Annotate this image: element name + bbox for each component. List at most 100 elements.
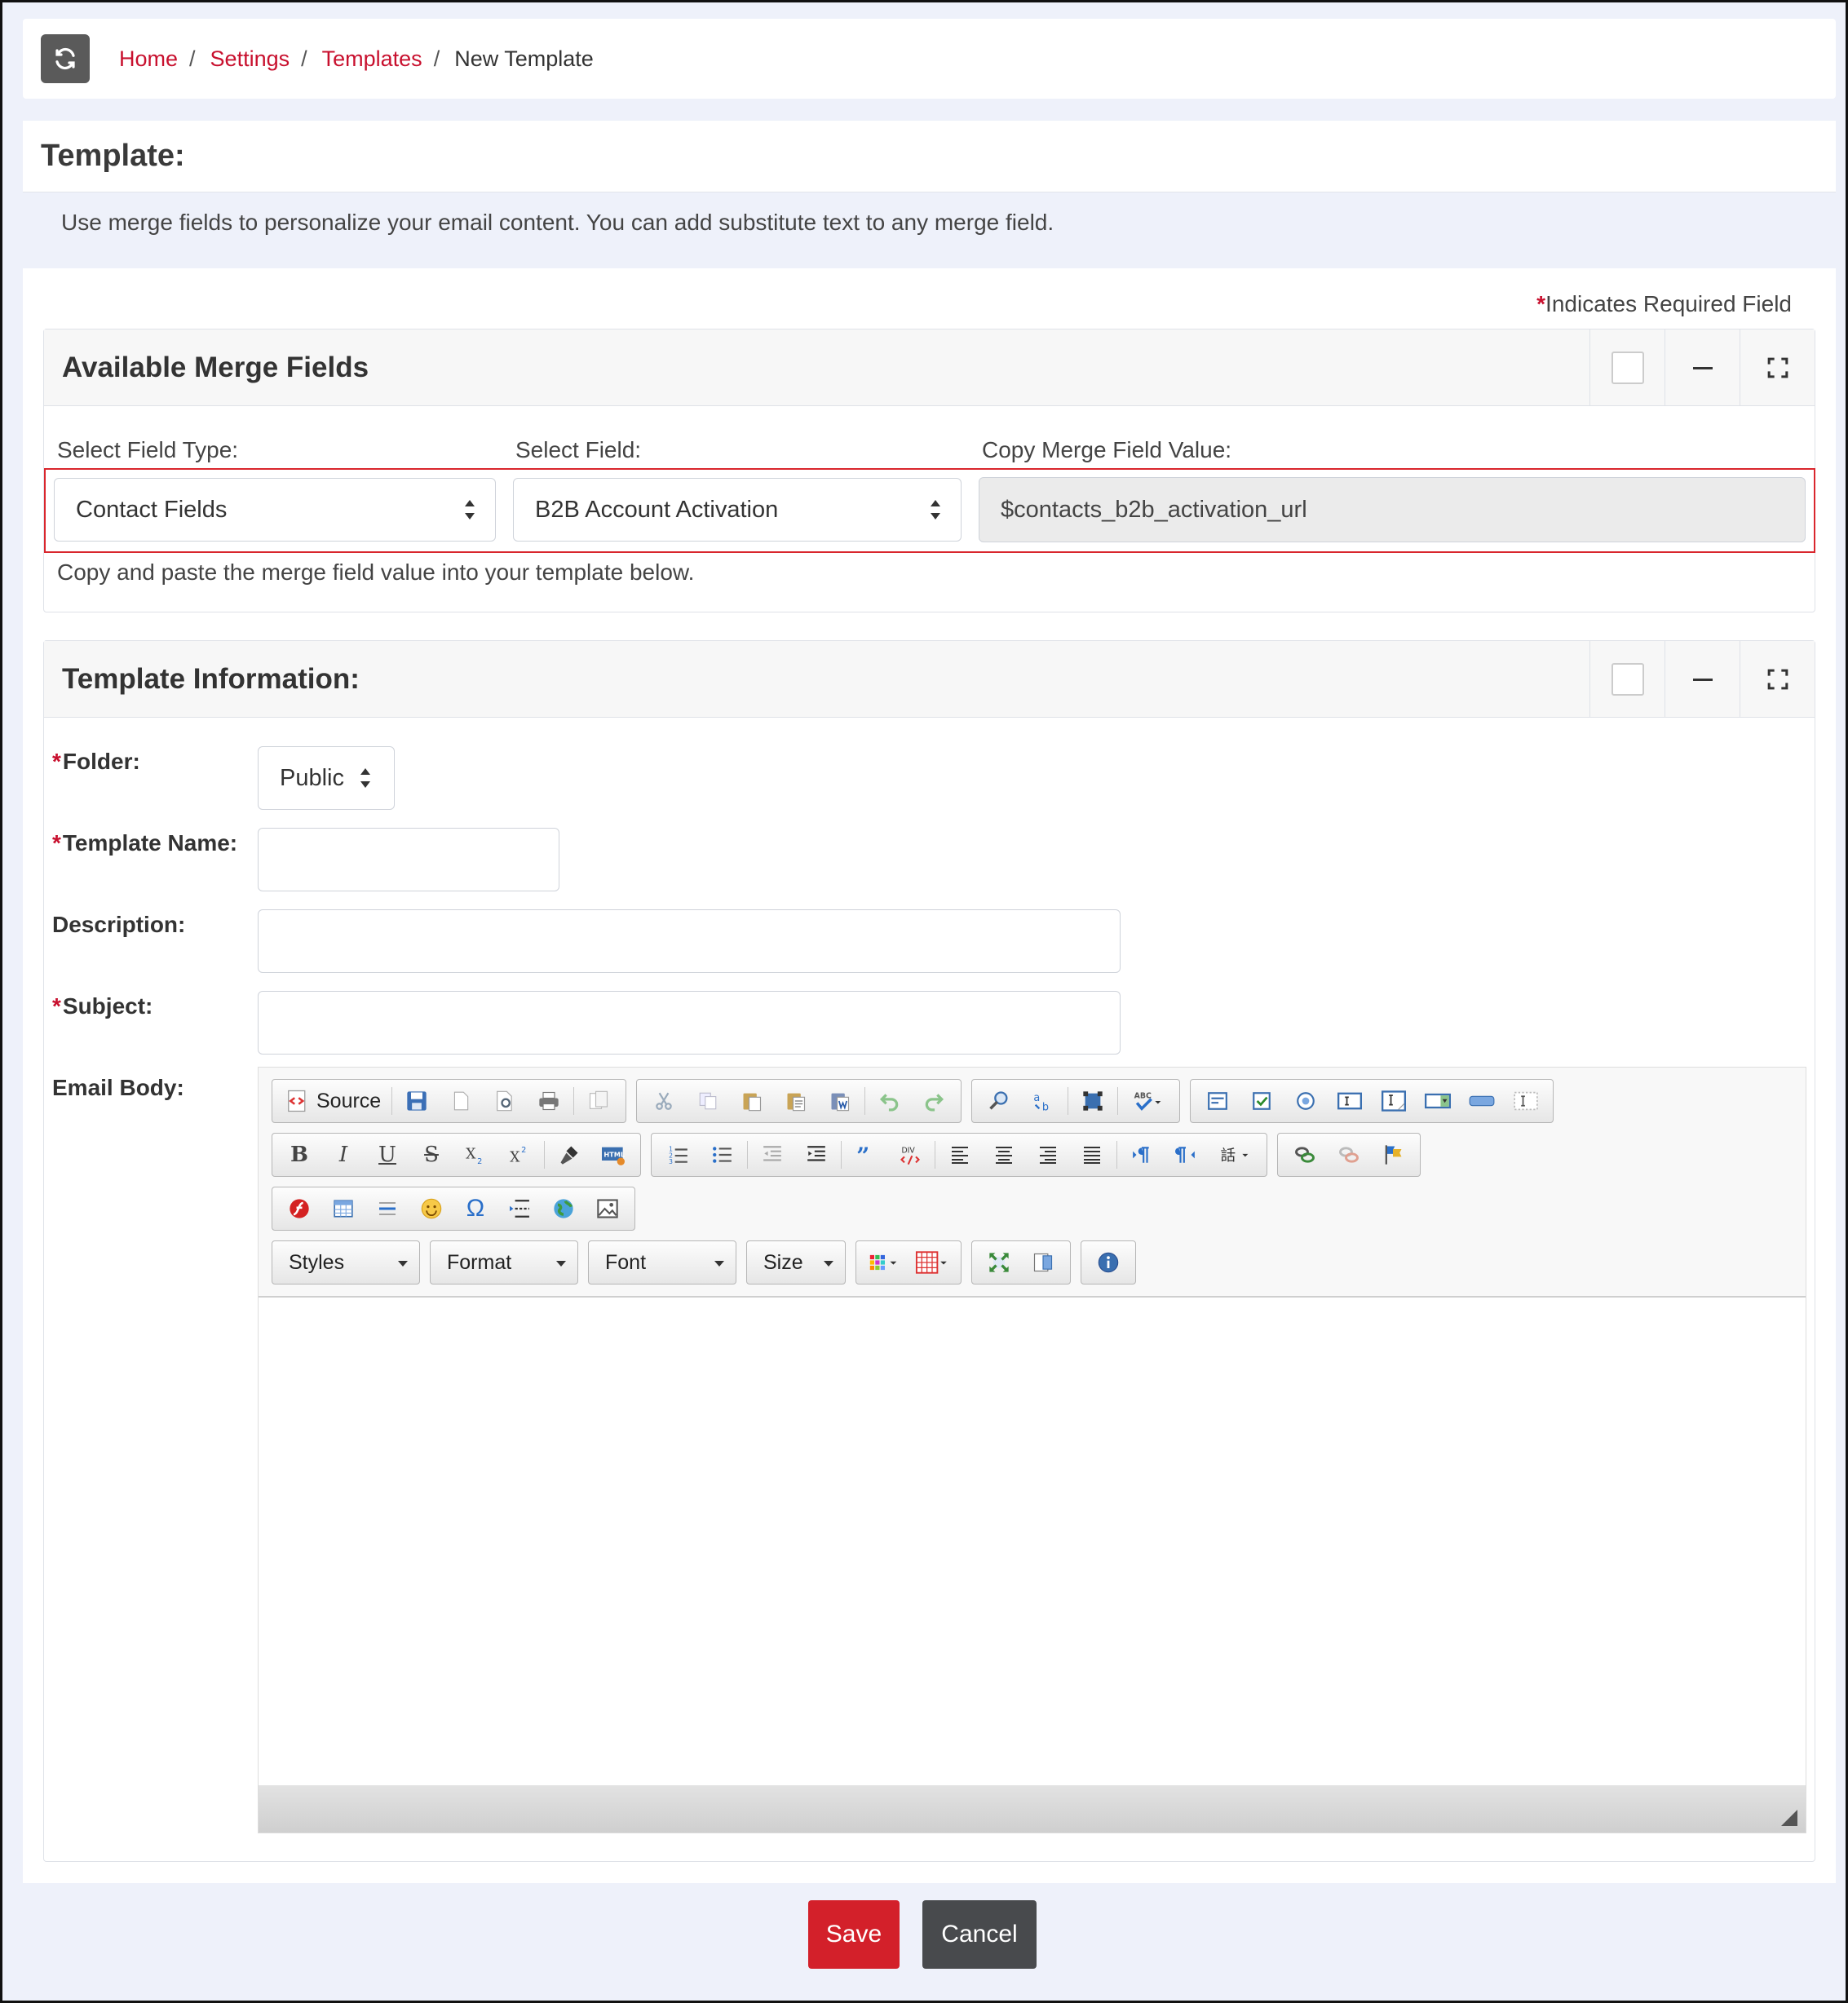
radio-button[interactable]	[1284, 1082, 1328, 1120]
toolbar-basic-styles-group: B I U S X2 X2 HTML	[272, 1133, 641, 1177]
blockquote-button[interactable]: ”	[844, 1136, 888, 1174]
remove-format-button[interactable]: HTML	[591, 1136, 635, 1174]
source-button[interactable]: Source	[277, 1082, 389, 1120]
table-picker-button[interactable]	[909, 1244, 956, 1281]
indent-button[interactable]	[794, 1136, 838, 1174]
maximize-icon	[989, 1253, 1009, 1272]
page-title: Template:	[41, 139, 185, 173]
hidden-field-button[interactable]	[1504, 1082, 1548, 1120]
new-page-button[interactable]	[439, 1082, 483, 1120]
breadcrumb-home-link[interactable]: Home	[119, 46, 178, 71]
about-button[interactable]	[1086, 1244, 1130, 1281]
size-combo[interactable]: Size	[746, 1240, 846, 1284]
toolbar-row-1: Source a b ABC	[272, 1079, 1563, 1123]
panel-select-toggle[interactable]	[1589, 329, 1665, 406]
save-doc-button[interactable]	[395, 1082, 439, 1120]
paste-button[interactable]	[730, 1082, 774, 1120]
breadcrumb-settings-link[interactable]: Settings	[210, 46, 290, 71]
copy-format-button[interactable]	[547, 1136, 591, 1174]
numbered-list-button[interactable]: 123	[657, 1136, 701, 1174]
undo-button[interactable]	[868, 1082, 912, 1120]
superscript-button[interactable]: X2	[497, 1136, 542, 1174]
cut-button[interactable]	[642, 1082, 686, 1120]
folder-select[interactable]: Public	[258, 746, 395, 810]
redo-button[interactable]	[912, 1082, 956, 1120]
spellcheck-button[interactable]: ABC	[1121, 1082, 1174, 1120]
align-right-button[interactable]	[1026, 1136, 1070, 1174]
page-break-button[interactable]	[497, 1190, 542, 1227]
maximize-button[interactable]	[977, 1244, 1021, 1281]
form-button[interactable]	[1196, 1082, 1240, 1120]
paste-word-button[interactable]	[818, 1082, 862, 1120]
source-icon	[288, 1090, 306, 1112]
show-blocks-button[interactable]	[1021, 1244, 1065, 1281]
link-button[interactable]	[1283, 1136, 1327, 1174]
select-field-button[interactable]	[1416, 1082, 1460, 1120]
panel-collapse-button[interactable]	[1665, 329, 1740, 406]
subscript-button[interactable]: X2	[453, 1136, 497, 1174]
preview-button[interactable]	[483, 1082, 527, 1120]
div-icon: DIV	[900, 1147, 920, 1165]
resize-grip-icon[interactable]	[1781, 1810, 1797, 1826]
special-char-button[interactable]: Ω	[453, 1190, 497, 1227]
bold-button[interactable]: B	[277, 1136, 321, 1174]
subject-input[interactable]	[258, 991, 1121, 1055]
styles-combo[interactable]: Styles	[272, 1240, 420, 1284]
select-all-button[interactable]	[1071, 1082, 1115, 1120]
rtl-button[interactable]	[1164, 1136, 1208, 1174]
replace-button[interactable]: ab	[1021, 1082, 1065, 1120]
ltr-button[interactable]	[1120, 1136, 1164, 1174]
paste-text-button[interactable]	[774, 1082, 818, 1120]
template-name-input[interactable]	[258, 828, 559, 891]
text-color-button[interactable]	[861, 1244, 909, 1281]
refresh-button[interactable]	[41, 34, 90, 83]
cancel-button[interactable]: Cancel	[922, 1900, 1037, 1969]
horizontal-rule-button[interactable]	[365, 1190, 409, 1227]
panel-collapse-button[interactable]	[1665, 641, 1740, 718]
indent-icon	[807, 1146, 825, 1161]
breadcrumb-separator: /	[433, 46, 440, 71]
bulleted-list-button[interactable]	[701, 1136, 745, 1174]
button-field-button[interactable]	[1460, 1082, 1504, 1120]
find-button[interactable]	[977, 1082, 1021, 1120]
radio-icon	[1297, 1092, 1315, 1110]
div-button[interactable]: DIV	[888, 1136, 932, 1174]
print-button[interactable]	[527, 1082, 571, 1120]
merge-field-value-input[interactable]: $contacts_b2b_activation_url	[979, 477, 1806, 542]
form-icon	[1208, 1092, 1228, 1110]
italic-button[interactable]: I	[321, 1136, 365, 1174]
strikethrough-button[interactable]: S	[409, 1136, 453, 1174]
anchor-button[interactable]	[1371, 1136, 1415, 1174]
checkbox-button[interactable]	[1240, 1082, 1284, 1120]
panel-select-toggle[interactable]	[1589, 641, 1665, 718]
image-button[interactable]	[586, 1190, 630, 1227]
textarea-button[interactable]	[1372, 1082, 1416, 1120]
unlink-button[interactable]	[1327, 1136, 1371, 1174]
table-button[interactable]	[321, 1190, 365, 1227]
panel-fullscreen-button[interactable]	[1740, 329, 1815, 406]
smiley-button[interactable]	[409, 1190, 453, 1227]
iframe-button[interactable]	[542, 1190, 586, 1227]
outdent-button[interactable]	[750, 1136, 794, 1174]
language-button[interactable]: 話	[1208, 1136, 1262, 1174]
textfield-button[interactable]	[1328, 1082, 1372, 1120]
flash-button[interactable]	[277, 1190, 321, 1227]
panel-fullscreen-button[interactable]	[1740, 641, 1815, 718]
save-button[interactable]: Save	[808, 1900, 900, 1969]
format-combo[interactable]: Format	[430, 1240, 578, 1284]
align-center-icon	[996, 1147, 1012, 1164]
font-combo[interactable]: Font	[588, 1240, 736, 1284]
templates-button[interactable]	[577, 1082, 621, 1120]
breadcrumb-templates-link[interactable]: Templates	[322, 46, 422, 71]
justify-button[interactable]	[1070, 1136, 1114, 1174]
copy-button[interactable]	[686, 1082, 730, 1120]
align-center-button[interactable]	[982, 1136, 1026, 1174]
refresh-icon	[55, 47, 75, 70]
align-left-button[interactable]	[938, 1136, 982, 1174]
toolbar-find-group: ab ABC	[971, 1079, 1181, 1123]
description-input[interactable]	[258, 909, 1121, 973]
underline-button[interactable]: U	[365, 1136, 409, 1174]
field-select[interactable]: B2B Account Activation	[513, 478, 962, 542]
field-type-select[interactable]: Contact Fields	[54, 478, 496, 542]
email-body-content[interactable]	[259, 1296, 1806, 1785]
